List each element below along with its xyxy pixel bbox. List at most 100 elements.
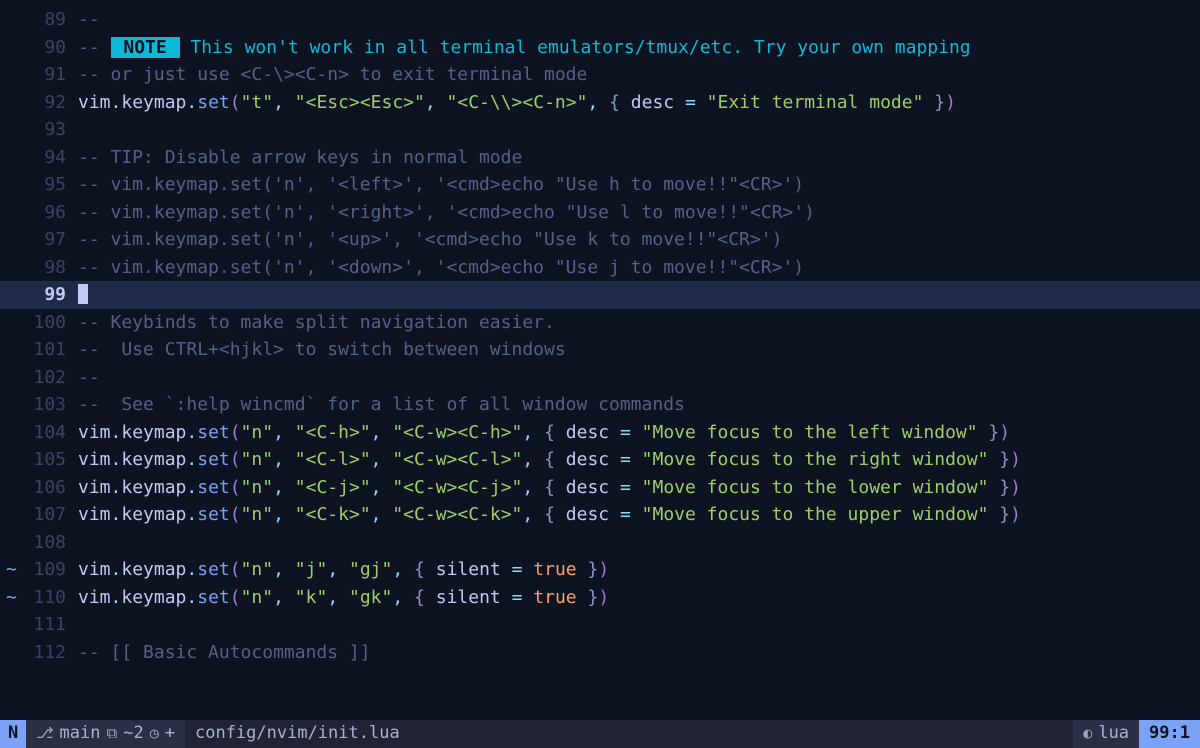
line-content[interactable]: vim.keymap.set("n", "<C-k>", "<C-w><C-k>… [70, 501, 1200, 529]
code-line[interactable]: 94 -- TIP: Disable arrow keys in normal m… [0, 144, 1200, 172]
line-content[interactable]: -- [70, 6, 1200, 34]
code-line[interactable]: 95-- vim.keymap.set('n', '<left>', '<cmd… [0, 171, 1200, 199]
code-line[interactable]: 104vim.keymap.set("n", "<C-h>", "<C-w><C… [0, 419, 1200, 447]
token-ident: vim [78, 92, 111, 113]
line-content[interactable]: -- [70, 364, 1200, 392]
token-cmt: -- Keybinds to make split navigation eas… [78, 312, 555, 333]
token-ident: silent [436, 587, 501, 608]
token-brace: { [609, 92, 631, 113]
token-str: "gk" [349, 587, 392, 608]
token-punct: . [186, 504, 197, 525]
line-content[interactable]: -- [[ Basic Autocommands ]] [70, 639, 1200, 667]
token-str: "j" [295, 559, 328, 580]
code-line[interactable]: 112-- [[ Basic Autocommands ]] [0, 639, 1200, 667]
token-brace: } [988, 477, 1010, 498]
code-line[interactable]: ~109vim.keymap.set("n", "j", "gj", { sil… [0, 556, 1200, 584]
code-line[interactable]: 103-- See `:help wincmd` for a list of a… [0, 391, 1200, 419]
code-line[interactable]: 99 [0, 281, 1200, 309]
token-punct: , [273, 477, 295, 498]
token-punct: . [111, 477, 122, 498]
token-punct: , [273, 449, 295, 470]
token-punct: , [273, 587, 295, 608]
code-line[interactable]: 111 [0, 611, 1200, 639]
token-ident: desc [566, 477, 609, 498]
line-content[interactable]: -- Use CTRL+<hjkl> to switch between win… [70, 336, 1200, 364]
code-line[interactable]: 90-- NOTE This won't work in all termina… [0, 34, 1200, 62]
line-content[interactable]: -- NOTE This won't work in all terminal … [70, 34, 1200, 62]
token-paren: ( [230, 449, 241, 470]
code-line[interactable]: 102-- [0, 364, 1200, 392]
line-content[interactable]: -- See `:help wincmd` for a list of all … [70, 391, 1200, 419]
line-content[interactable]: -- Keybinds to make split navigation eas… [70, 309, 1200, 337]
line-content[interactable]: -- vim.keymap.set('n', '<right>', '<cmd>… [70, 199, 1200, 227]
token-str: "Move focus to the upper window" [642, 504, 989, 525]
token-punct: . [186, 559, 197, 580]
token-str: "n" [241, 504, 274, 525]
line-content[interactable]: vim.keymap.set("n", "j", "gj", { silent … [70, 556, 1200, 584]
line-number: 95 [20, 171, 70, 199]
token-punct: . [111, 504, 122, 525]
line-content[interactable]: -- vim.keymap.set('n', '<up>', '<cmd>ech… [70, 226, 1200, 254]
line-number: 100 [20, 309, 70, 337]
token-punct: = [501, 559, 534, 580]
token-brace: } [988, 504, 1010, 525]
code-line[interactable]: 100 -- Keybinds to make split navigation … [0, 309, 1200, 337]
token-ident: keymap [121, 449, 186, 470]
token-brace: { [544, 504, 566, 525]
line-number: 105 [20, 446, 70, 474]
code-line[interactable]: 106vim.keymap.set("n", "<C-j>", "<C-w><C… [0, 474, 1200, 502]
token-punct: , [522, 422, 544, 443]
line-number: 101 [20, 336, 70, 364]
line-number: 90 [20, 34, 70, 62]
token-cmt: -- See `:help wincmd` for a list of all … [78, 394, 685, 415]
code-line[interactable]: 101-- Use CTRL+<hjkl> to switch between … [0, 336, 1200, 364]
lua-icon: ◐ [1083, 720, 1092, 748]
token-brace: { [414, 559, 436, 580]
token-punct: . [186, 92, 197, 113]
code-line[interactable]: 89-- [0, 6, 1200, 34]
token-ident: desc [631, 92, 674, 113]
code-line[interactable]: 105vim.keymap.set("n", "<C-l>", "<C-w><C… [0, 446, 1200, 474]
token-str: "<C-j>" [295, 477, 371, 498]
code-line[interactable]: 92vim.keymap.set("t", "<Esc><Esc>", "<C-… [0, 89, 1200, 117]
code-line[interactable]: 98-- vim.keymap.set('n', '<down>', '<cmd… [0, 254, 1200, 282]
token-punct: = [609, 477, 642, 498]
line-content[interactable]: vim.keymap.set("n", "<C-h>", "<C-w><C-h>… [70, 419, 1200, 447]
token-brace: { [544, 477, 566, 498]
token-punct: , [587, 92, 609, 113]
token-punct: , [273, 422, 295, 443]
line-content[interactable]: -- vim.keymap.set('n', '<down>', '<cmd>e… [70, 254, 1200, 282]
token-punct: , [273, 504, 295, 525]
line-content[interactable]: vim.keymap.set("n", "<C-j>", "<C-w><C-j>… [70, 474, 1200, 502]
token-str: "k" [295, 587, 328, 608]
token-punct: = [501, 587, 534, 608]
line-content[interactable]: vim.keymap.set("n", "<C-l>", "<C-w><C-l>… [70, 446, 1200, 474]
line-content[interactable] [70, 281, 1200, 309]
line-content[interactable]: -- or just use <C-\><C-n> to exit termin… [70, 61, 1200, 89]
line-content[interactable]: vim.keymap.set("n", "k", "gk", { silent … [70, 584, 1200, 612]
token-str: "<C-w><C-l>" [392, 449, 522, 470]
line-content[interactable]: -- vim.keymap.set('n', '<left>', '<cmd>e… [70, 171, 1200, 199]
token-cmt: -- TIP: Disable arrow keys in normal mod… [78, 147, 522, 168]
code-area[interactable]: 89--90-- NOTE This won't work in all ter… [0, 0, 1200, 666]
code-line[interactable]: 107vim.keymap.set("n", "<C-k>", "<C-w><C… [0, 501, 1200, 529]
editor[interactable]: 89--90-- NOTE This won't work in all ter… [0, 0, 1200, 748]
statusline-git: ⎇ main ⧉ ~2 ◷ + [26, 720, 185, 748]
line-content[interactable]: vim.keymap.set("t", "<Esc><Esc>", "<C-\\… [70, 89, 1200, 117]
code-line[interactable]: 93 [0, 116, 1200, 144]
token-punct: . [111, 92, 122, 113]
line-content[interactable]: -- TIP: Disable arrow keys in normal mod… [70, 144, 1200, 172]
code-line[interactable]: 96-- vim.keymap.set('n', '<right>', '<cm… [0, 199, 1200, 227]
sign-column: ~ [0, 556, 20, 584]
token-note-bg: NOTE [111, 37, 180, 58]
token-paren: ) [1010, 504, 1021, 525]
code-line[interactable]: 97-- vim.keymap.set('n', '<up>', '<cmd>e… [0, 226, 1200, 254]
token-ident: vim [78, 587, 111, 608]
line-number: 107 [20, 501, 70, 529]
token-note-text: This won't work in all terminal emulator… [180, 37, 971, 58]
line-number: 94 [20, 144, 70, 172]
code-line[interactable]: 108 [0, 529, 1200, 557]
token-punct: . [111, 559, 122, 580]
code-line[interactable]: 91-- or just use <C-\><C-n> to exit term… [0, 61, 1200, 89]
code-line[interactable]: ~110vim.keymap.set("n", "k", "gk", { sil… [0, 584, 1200, 612]
